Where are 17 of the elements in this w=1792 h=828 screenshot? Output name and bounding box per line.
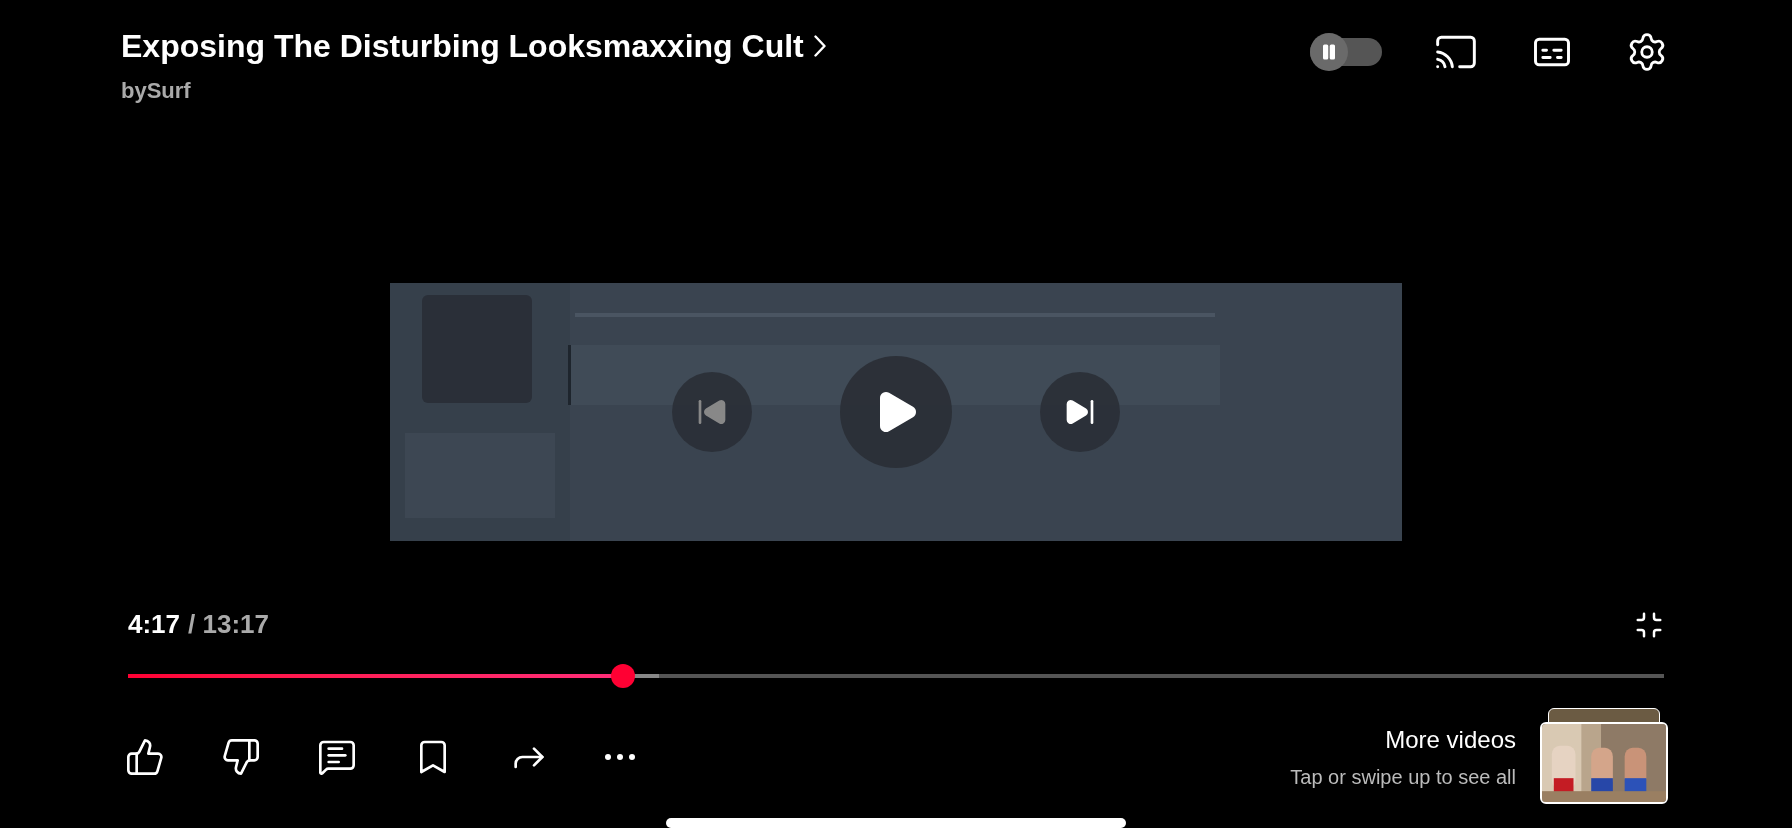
more-icon bbox=[605, 754, 635, 760]
more-button[interactable] bbox=[605, 754, 635, 760]
pause-icon bbox=[1320, 43, 1338, 61]
thumbs-down-icon bbox=[221, 737, 261, 777]
channel-name[interactable]: bySurf bbox=[121, 74, 826, 107]
thumbs-up-icon bbox=[125, 737, 165, 777]
scrubber-handle[interactable] bbox=[610, 664, 635, 688]
autoplay-toggle[interactable] bbox=[1310, 33, 1382, 71]
chevron-right-icon[interactable] bbox=[813, 35, 826, 57]
progress-track[interactable] bbox=[128, 664, 1664, 688]
video-title[interactable]: Exposing The Disturbing Looksmaxxing Cult bbox=[121, 26, 804, 66]
like-button[interactable] bbox=[125, 737, 165, 777]
duration: / 13:17 bbox=[188, 608, 269, 641]
more-videos-hint: Tap or swipe up to see all bbox=[1290, 765, 1516, 790]
dislike-button[interactable] bbox=[221, 737, 261, 777]
current-time: 4:17 bbox=[128, 608, 181, 641]
more-videos-title[interactable]: More videos bbox=[1385, 722, 1516, 758]
